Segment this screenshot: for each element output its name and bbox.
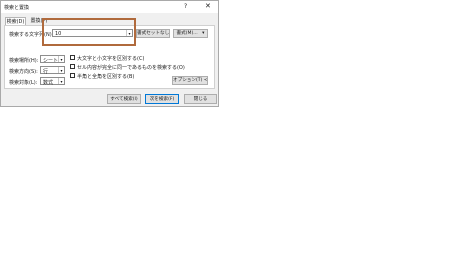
match-case-label: 大文字と小文字を区別する(C) bbox=[77, 56, 145, 62]
find-next-button[interactable]: 次を検索(F) bbox=[145, 94, 179, 104]
format-button[interactable]: 書式(M)... ▾ bbox=[173, 29, 208, 38]
close-button[interactable]: 閉じる bbox=[184, 94, 217, 104]
chevron-down-icon: ▾ bbox=[58, 78, 64, 84]
title-bar: 検索と置換 ? ✕ bbox=[1, 1, 218, 13]
lookin-select[interactable]: 数式 ▾ bbox=[40, 77, 65, 86]
format-button-label: 書式(M)... bbox=[176, 31, 198, 36]
match-byte-label: 半角と全角を区別する(B) bbox=[77, 74, 135, 80]
help-button[interactable]: ? bbox=[184, 3, 187, 10]
chevron-down-icon: ▾ bbox=[58, 56, 64, 62]
lookin-label: 検索対象(L): bbox=[9, 80, 38, 86]
direction-select[interactable]: 行 ▾ bbox=[40, 66, 65, 75]
match-entire-label: セル内容が完全に同一であるものを検索する(O) bbox=[77, 65, 185, 71]
find-all-button[interactable]: すべて検索(I) bbox=[107, 94, 141, 104]
chevron-down-icon: ▾ bbox=[58, 67, 64, 73]
match-entire-checkbox[interactable] bbox=[70, 64, 75, 69]
direction-value: 行 bbox=[43, 69, 49, 75]
find-replace-dialog: 検索と置換 ? ✕ 検索(D) 置換(P) 検索する文字列(N): 10 ▾ 書… bbox=[0, 0, 219, 107]
dialog-title: 検索と置換 bbox=[4, 5, 30, 11]
highlight-box bbox=[42, 18, 136, 46]
match-byte-checkbox[interactable] bbox=[70, 73, 75, 78]
lookin-value: 数式 bbox=[43, 80, 54, 86]
format-status-button[interactable]: 書式セットなし bbox=[136, 29, 170, 38]
scope-label: 検索場所(H): bbox=[9, 58, 39, 64]
scope-select[interactable]: シート ▾ bbox=[40, 55, 65, 64]
chevron-down-icon: ▾ bbox=[202, 31, 205, 36]
scope-value: シート bbox=[43, 58, 59, 64]
match-case-checkbox[interactable] bbox=[70, 55, 75, 60]
direction-label: 検索方向(S): bbox=[9, 69, 38, 75]
options-button[interactable]: オプション(T) << bbox=[172, 76, 208, 85]
close-icon[interactable]: ✕ bbox=[205, 2, 211, 10]
